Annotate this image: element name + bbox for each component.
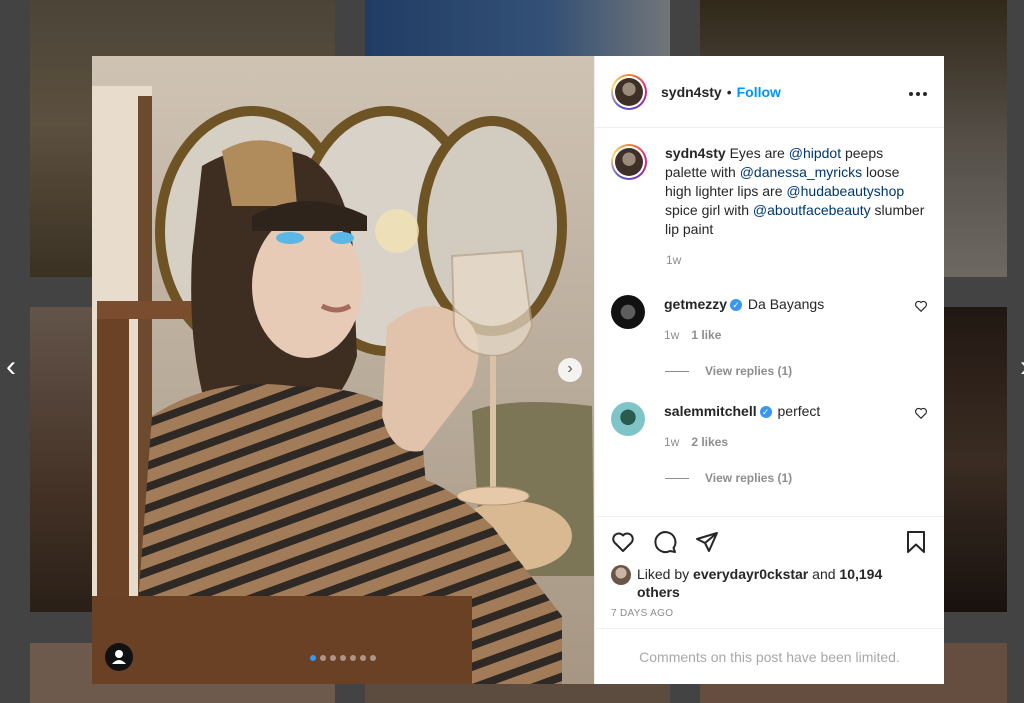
replies-line bbox=[665, 370, 689, 372]
carousel-dot bbox=[360, 655, 366, 661]
mention-link[interactable]: @hudabeautyshop bbox=[786, 183, 904, 199]
caption-username[interactable]: sydn4sty bbox=[665, 145, 726, 161]
post-actions: Liked by everydayr0ckstar and 10,194 oth… bbox=[595, 516, 944, 628]
mention-link[interactable]: @danessa_myricks bbox=[740, 164, 862, 180]
commenter-avatar[interactable] bbox=[611, 295, 645, 329]
commenter-avatar[interactable] bbox=[611, 402, 645, 436]
comment-text: Da Bayangs bbox=[747, 296, 825, 312]
replies-line bbox=[665, 477, 689, 479]
liker-username[interactable]: everydayr0ckstar bbox=[693, 566, 808, 582]
liker-avatar[interactable] bbox=[611, 565, 631, 585]
post-sidebar: sydn4sty • Follow sydn4sty Eyes are @hip… bbox=[594, 56, 944, 684]
carousel-dot bbox=[320, 655, 326, 661]
verified-badge-icon: ✓ bbox=[759, 406, 772, 418]
mention-link[interactable]: @hipdot bbox=[789, 145, 841, 161]
comment-likes[interactable]: 2 likes bbox=[691, 435, 728, 449]
post-date[interactable]: 7 DAYS AGO bbox=[611, 608, 928, 619]
save-bookmark-icon[interactable] bbox=[904, 530, 928, 554]
caption-avatar[interactable] bbox=[611, 144, 647, 180]
carousel-dot bbox=[340, 655, 346, 661]
like-comment-heart-icon[interactable] bbox=[914, 299, 928, 313]
carousel-dot bbox=[350, 655, 356, 661]
comment-timestamp[interactable]: 1w bbox=[664, 328, 679, 342]
like-heart-icon[interactable] bbox=[611, 530, 635, 554]
carousel-dot bbox=[310, 655, 316, 661]
caption-timestamp[interactable]: 1w bbox=[666, 253, 928, 267]
commenter-username[interactable]: getmezzy bbox=[664, 296, 727, 312]
comment-likes[interactable]: 1 like bbox=[691, 328, 721, 342]
caption: sydn4sty Eyes are @hipdot peeps palette … bbox=[611, 144, 928, 239]
separator-dot: • bbox=[726, 83, 732, 100]
author-avatar[interactable] bbox=[611, 73, 647, 110]
grid-tile[interactable] bbox=[365, 684, 670, 703]
caption-text: sydn4sty Eyes are @hipdot peeps palette … bbox=[665, 145, 925, 237]
post-photo-illustration bbox=[92, 56, 594, 684]
carousel-indicator bbox=[92, 648, 594, 666]
view-replies-button[interactable]: View replies (1) bbox=[665, 364, 928, 378]
previous-post-arrow-icon[interactable]: ‹ bbox=[0, 352, 22, 382]
commenter-username[interactable]: salemmitchell bbox=[664, 403, 757, 419]
like-comment-heart-icon[interactable] bbox=[914, 406, 928, 420]
comment-timestamp[interactable]: 1w bbox=[664, 435, 679, 449]
share-paper-plane-icon[interactable] bbox=[695, 530, 719, 554]
follow-button[interactable]: Follow bbox=[737, 84, 781, 100]
view-replies-button[interactable]: View replies (1) bbox=[665, 471, 928, 485]
more-options-icon[interactable] bbox=[908, 81, 928, 102]
verified-badge-icon: ✓ bbox=[730, 299, 743, 311]
comments-section[interactable]: sydn4sty Eyes are @hipdot peeps palette … bbox=[595, 128, 944, 516]
post-photo[interactable]: › bbox=[92, 56, 594, 684]
post-modal: › sydn4sty • Follow sydn4sty Eyes are @h… bbox=[92, 56, 944, 684]
likes-summary: Liked by everydayr0ckstar and 10,194 oth… bbox=[611, 565, 928, 601]
author-username[interactable]: sydn4sty bbox=[661, 84, 722, 100]
grid-tile[interactable] bbox=[365, 0, 670, 56]
comment-bubble-icon[interactable] bbox=[653, 530, 677, 554]
grid-tile[interactable] bbox=[30, 307, 92, 612]
post-header: sydn4sty • Follow bbox=[595, 56, 944, 128]
carousel-dot bbox=[330, 655, 336, 661]
carousel-next-icon[interactable]: › bbox=[558, 358, 582, 382]
carousel-dot bbox=[370, 655, 376, 661]
grid-tile[interactable] bbox=[944, 307, 1007, 612]
comments-limited-notice: Comments on this post have been limited. bbox=[595, 628, 944, 684]
comment-item: salemmitchell ✓ perfect 1w 2 likes bbox=[611, 402, 928, 451]
comment-item: getmezzy ✓ Da Bayangs 1w 1 like bbox=[611, 295, 928, 344]
next-post-arrow-icon[interactable]: › bbox=[1014, 352, 1024, 382]
mention-link[interactable]: @aboutfacebeauty bbox=[753, 202, 871, 218]
comment-text: perfect bbox=[777, 403, 821, 419]
